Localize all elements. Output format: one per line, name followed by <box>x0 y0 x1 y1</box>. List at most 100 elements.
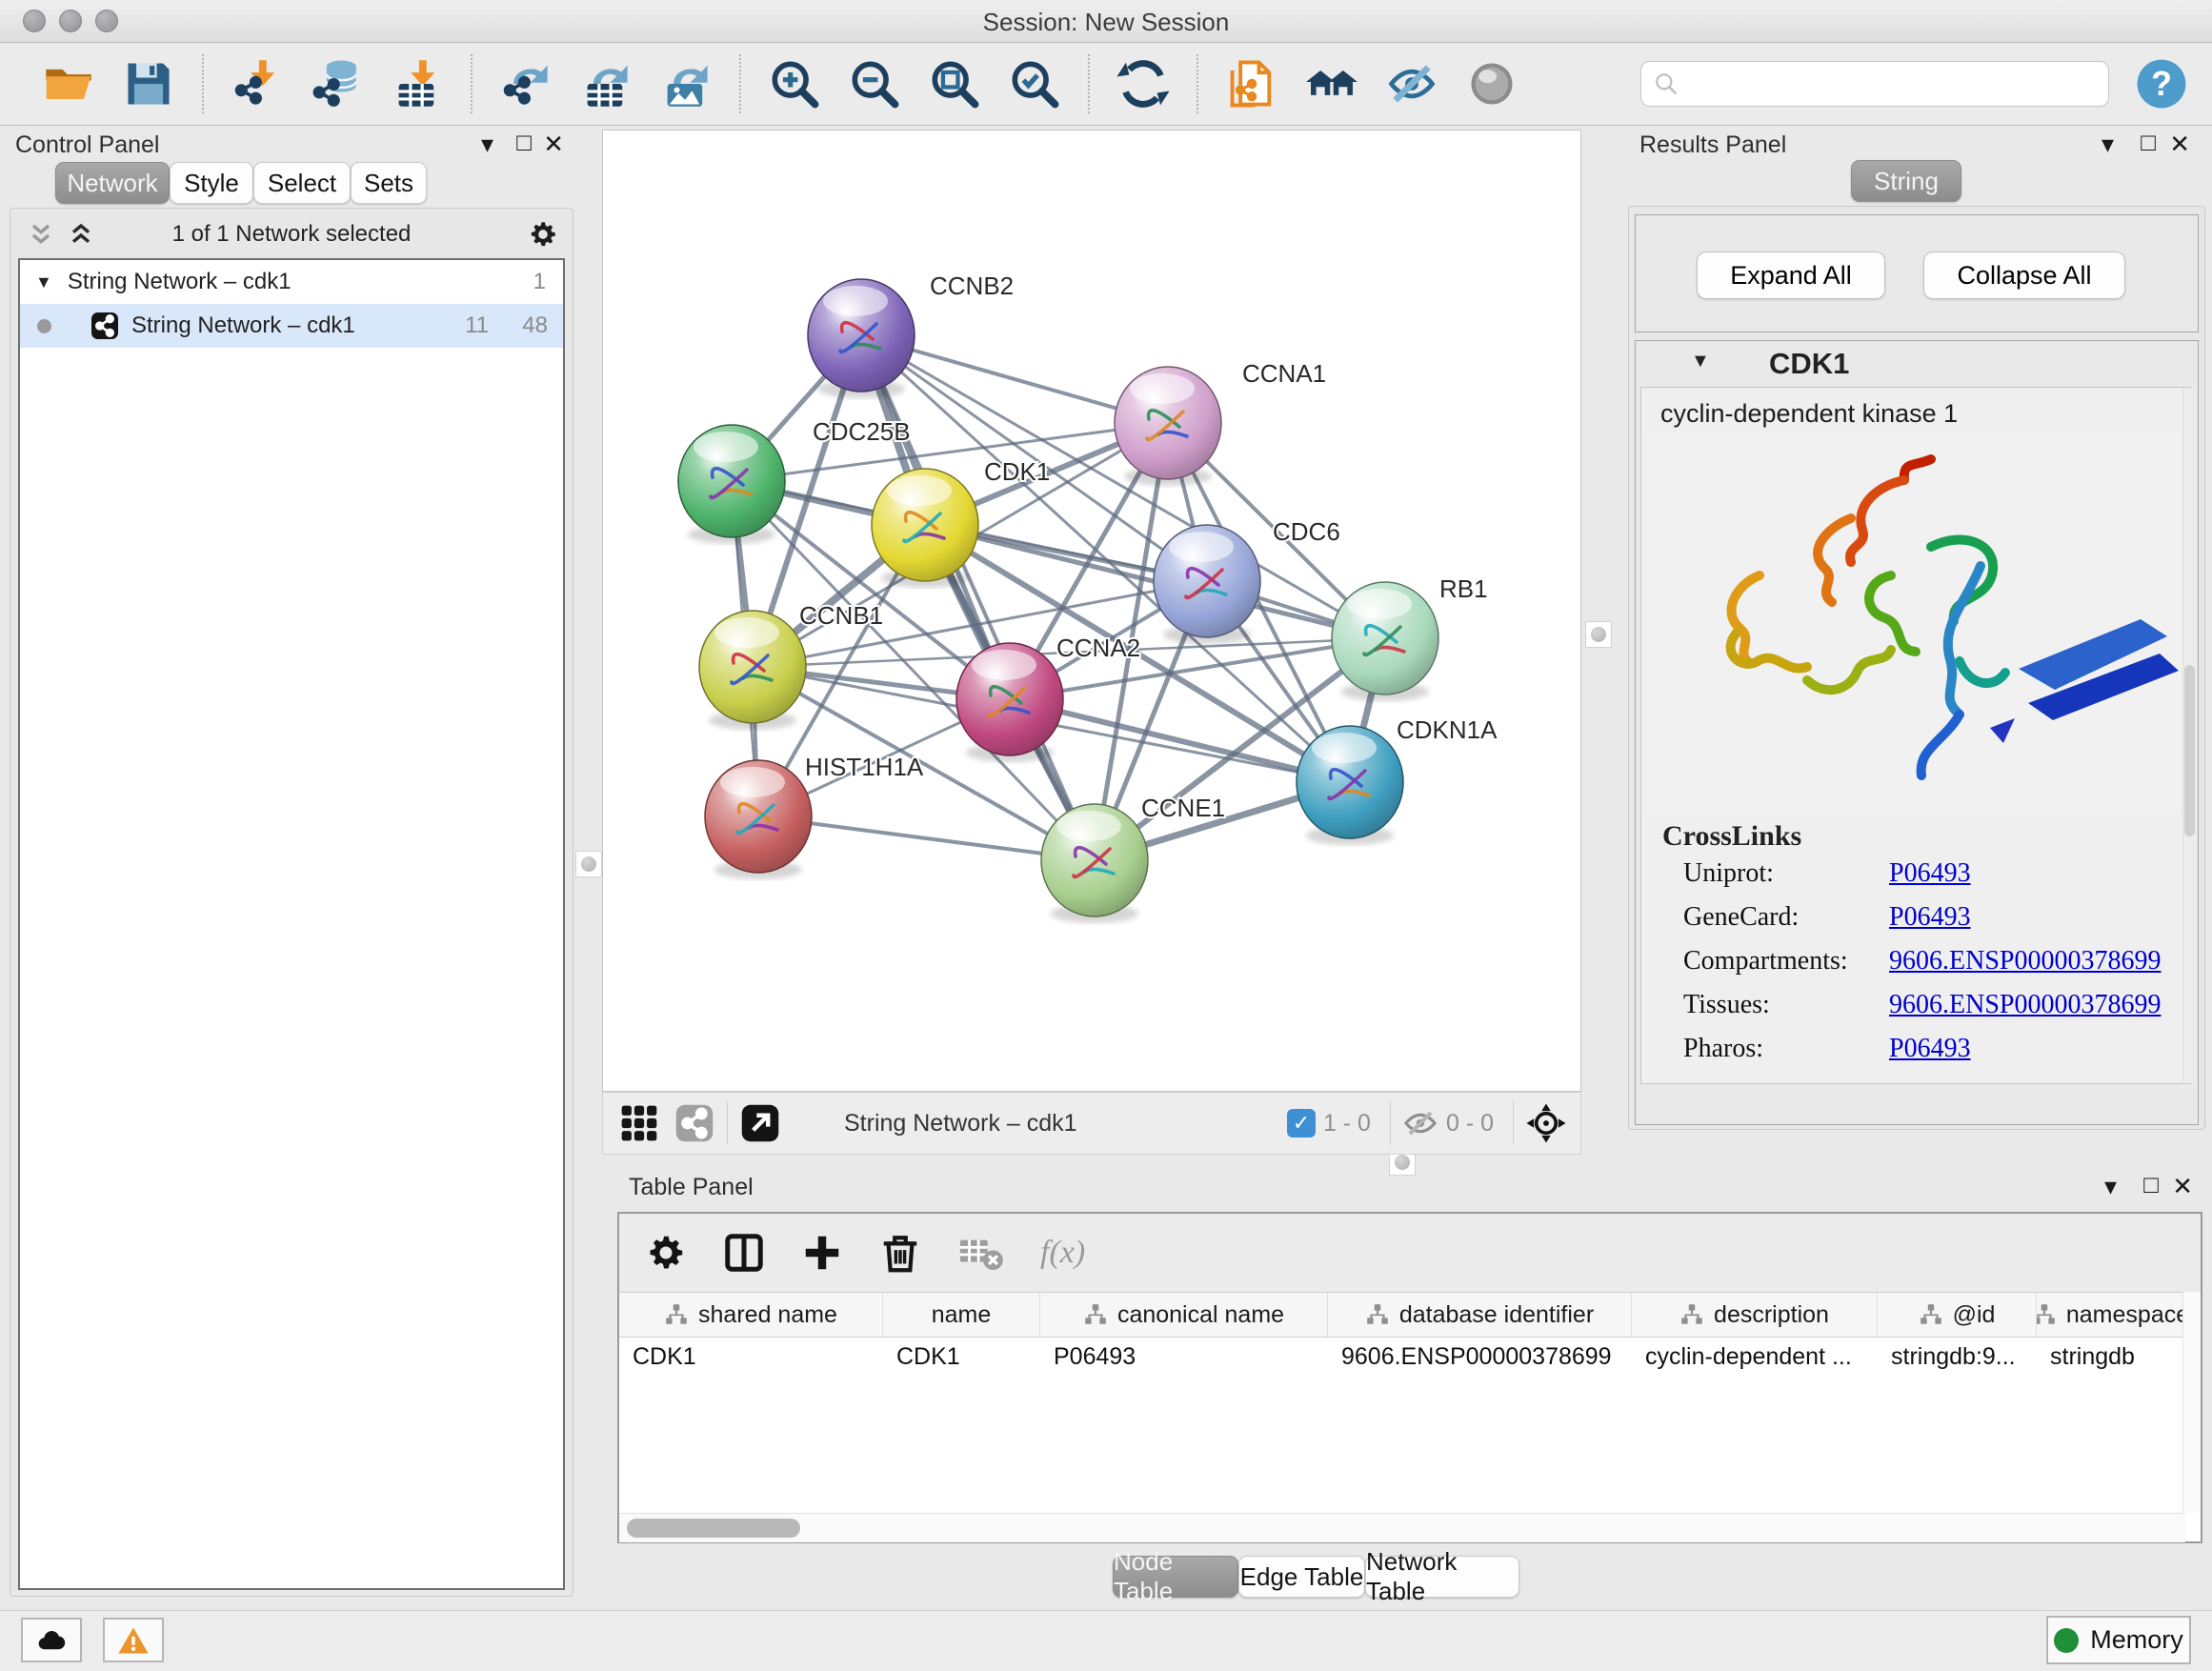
table-vertical-scrollbar[interactable] <box>2182 1292 2201 1513</box>
column-header-shared-name[interactable]: shared name <box>619 1293 883 1337</box>
results-vertical-scrollbar[interactable] <box>2182 389 2197 1082</box>
save-session-icon[interactable] <box>122 57 175 111</box>
node-CDC6[interactable]: CDC6 <box>1154 517 1340 644</box>
warning-icon <box>117 1624 150 1657</box>
selected-nodes-checkbox[interactable]: ✓ <box>1287 1109 1316 1137</box>
search-box[interactable] <box>1640 61 2109 107</box>
open-document-share-icon[interactable] <box>1225 57 1278 111</box>
network-edge-count: 48 <box>522 312 548 339</box>
warnings-button[interactable] <box>103 1618 164 1662</box>
table-options-gear-icon[interactable] <box>644 1231 688 1275</box>
crosslink-link[interactable]: 9606.ENSP00000378699 <box>1889 990 2161 1020</box>
network-row[interactable]: String Network – cdk1 11 48 <box>20 304 563 348</box>
add-column-icon[interactable] <box>800 1231 844 1275</box>
open-session-icon[interactable] <box>42 57 95 111</box>
gene-entry-header[interactable]: ▼ CDK1 <box>1636 341 2198 385</box>
node-CCNE1[interactable]: CCNE1 <box>1041 794 1225 923</box>
presentation-mode-icon[interactable] <box>1465 57 1518 111</box>
column-header-database-identifier[interactable]: database identifier <box>1328 1293 1632 1337</box>
refresh-view-icon[interactable] <box>1116 57 1170 111</box>
table-panel-close-icon[interactable]: ✕ <box>2172 1174 2193 1198</box>
import-network-database-icon[interactable] <box>311 57 364 111</box>
tab-network-table[interactable]: Network Table <box>1365 1556 1519 1598</box>
cloud-status-button[interactable] <box>21 1618 82 1662</box>
network-collection-row[interactable]: ▼ String Network – cdk1 1 <box>20 260 563 304</box>
crosslink-link[interactable]: P06493 <box>1889 1034 1971 1064</box>
export-table-icon[interactable] <box>579 57 633 111</box>
network-canvas[interactable]: CCNB2 CCNA1 CDC25B CDK1 CDC6 RB1 CCNB1 C… <box>602 130 1581 1092</box>
cell[interactable]: stringdb <box>2037 1336 2185 1378</box>
node-RB1[interactable]: RB1 <box>1332 574 1488 701</box>
import-network-file-icon[interactable] <box>231 57 284 111</box>
table-row[interactable]: CDK1CDK1P064939606.ENSP00000378699cyclin… <box>619 1336 2185 1378</box>
open-in-window-icon[interactable] <box>739 1102 781 1144</box>
left-splitter-handle[interactable] <box>575 851 602 877</box>
crosslink-link[interactable]: P06493 <box>1889 858 1971 889</box>
home-networks-icon[interactable] <box>1305 57 1358 111</box>
export-network-icon[interactable] <box>499 57 553 111</box>
zoom-out-icon[interactable] <box>848 57 901 111</box>
tab-sets[interactable]: Sets <box>351 162 427 204</box>
crosslink-label: Compartments: <box>1683 946 1889 976</box>
crosslink-link[interactable]: P06493 <box>1889 902 1971 933</box>
node-CCNB1[interactable]: CCNB1 <box>699 601 883 730</box>
show-columns-icon[interactable] <box>722 1231 766 1275</box>
control-panel-float-icon[interactable]: □ <box>516 130 532 154</box>
network-options-gear-icon[interactable] <box>527 218 559 251</box>
results-panel-collapse-icon[interactable]: ▾ <box>2101 131 2114 156</box>
zoom-in-icon[interactable] <box>768 57 821 111</box>
node-HIST1H1A[interactable]: HIST1H1A <box>705 753 924 879</box>
search-input[interactable] <box>1679 64 2097 104</box>
import-table-file-icon[interactable] <box>391 57 444 111</box>
gene-expander-icon[interactable]: ▼ <box>1691 351 1710 372</box>
results-panel-float-icon[interactable]: □ <box>2141 130 2156 154</box>
cell[interactable]: cyclin-dependent ... <box>1632 1336 1878 1378</box>
tab-network[interactable]: Network <box>55 162 170 204</box>
column-header--id[interactable]: @id <box>1878 1293 2037 1337</box>
tab-node-table[interactable]: Node Table <box>1113 1556 1238 1598</box>
help-icon[interactable]: ? <box>2134 56 2189 111</box>
network-view-icon[interactable] <box>674 1102 715 1144</box>
cell[interactable]: CDK1 <box>883 1336 1040 1378</box>
export-image-icon[interactable] <box>659 57 713 111</box>
zoom-fit-icon[interactable] <box>928 57 981 111</box>
expand-all-button[interactable]: Expand All <box>1697 252 1885 299</box>
tab-string[interactable]: String <box>1851 160 1961 202</box>
delete-column-trash-icon[interactable] <box>878 1231 922 1275</box>
column-tree-icon <box>1679 1302 1704 1327</box>
cell[interactable]: stringdb:9... <box>1878 1336 2037 1378</box>
tab-style[interactable]: Style <box>170 162 253 204</box>
column-header-name[interactable]: name <box>883 1293 1040 1337</box>
hidden-elements-eye-icon[interactable] <box>1402 1105 1438 1141</box>
column-header-description[interactable]: description <box>1632 1293 1878 1337</box>
table-horizontal-scrollbar[interactable] <box>619 1513 2185 1542</box>
node-CDKN1A[interactable]: CDKN1A <box>1297 715 1498 845</box>
table-panel-collapse-icon[interactable]: ▾ <box>2104 1174 2117 1198</box>
node-CCNA1[interactable]: CCNA1 <box>1115 359 1326 486</box>
crosslink-label: Pharos: <box>1683 1034 1889 1064</box>
collapse-all-button[interactable]: Collapse All <box>1923 252 2125 299</box>
collection-expander-icon[interactable]: ▼ <box>35 272 52 292</box>
fit-selected-crosshair-icon[interactable] <box>1525 1102 1567 1144</box>
table-panel-float-icon[interactable]: □ <box>2143 1172 2159 1197</box>
tab-edge-table[interactable]: Edge Table <box>1238 1556 1365 1598</box>
tab-select[interactable]: Select <box>253 162 351 204</box>
crosslink-link[interactable]: 9606.ENSP00000378699 <box>1889 946 2161 976</box>
crosslink-row: Uniprot:P06493 <box>1683 858 2190 889</box>
right-splitter-handle[interactable] <box>1585 621 1612 648</box>
cell[interactable]: P06493 <box>1040 1336 1328 1378</box>
column-header-canonical-name[interactable]: canonical name <box>1040 1293 1328 1337</box>
grid-view-icon[interactable] <box>618 1102 660 1144</box>
control-panel-close-icon[interactable]: ✕ <box>543 131 564 156</box>
cell[interactable]: CDK1 <box>619 1336 883 1378</box>
hide-panels-icon[interactable] <box>1385 57 1438 111</box>
node-CDK1[interactable]: CDK1 <box>872 457 1050 588</box>
results-panel-close-icon[interactable]: ✕ <box>2169 131 2190 156</box>
node-label-RB1: RB1 <box>1439 574 1488 603</box>
column-header-namespace[interactable]: namespace <box>2037 1293 2185 1337</box>
edge-CCNB2-CCNE1[interactable] <box>861 335 1095 860</box>
control-panel-collapse-icon[interactable]: ▾ <box>481 131 493 156</box>
zoom-selected-icon[interactable] <box>1008 57 1061 111</box>
cell[interactable]: 9606.ENSP00000378699 <box>1328 1336 1632 1378</box>
memory-button[interactable]: Memory <box>2046 1616 2191 1664</box>
